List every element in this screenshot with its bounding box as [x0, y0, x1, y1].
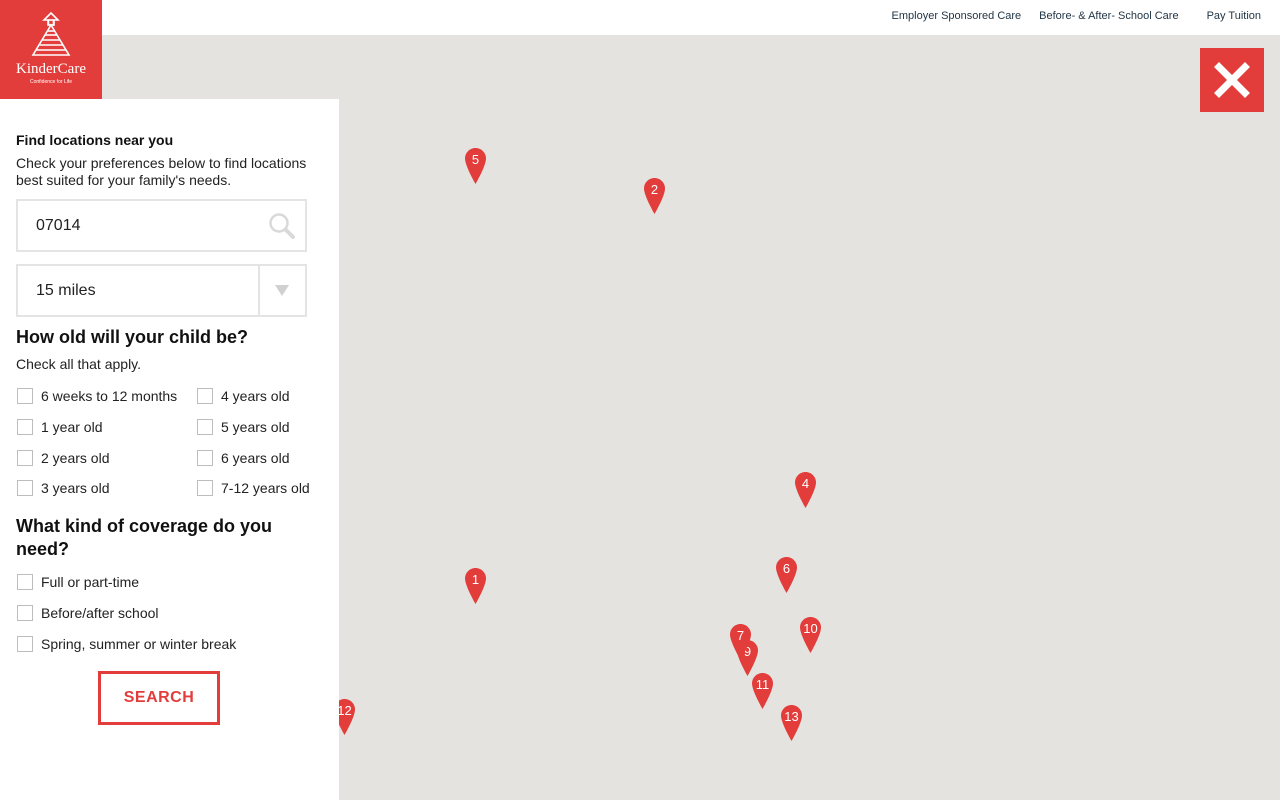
map-marker[interactable]: 7 — [729, 623, 752, 661]
map-marker[interactable]: 6 — [775, 556, 798, 594]
marker-label: 4 — [801, 476, 810, 491]
top-nav: Employer Sponsored Care Before- & After-… — [892, 10, 1261, 22]
checkbox-box[interactable] — [17, 450, 33, 466]
age-checkbox-3-years[interactable]: 3 years old — [17, 480, 109, 496]
nav-link-before-after-school-care[interactable]: Before- & After- School Care — [1039, 10, 1178, 22]
checkbox-label: 6 years old — [221, 450, 290, 466]
panel-description: Check your preferences below to find loc… — [16, 155, 307, 188]
panel-title: Find locations near you — [16, 132, 174, 148]
top-nav-bar: Employer Sponsored Care Before- & After-… — [0, 0, 1280, 35]
close-button[interactable] — [1200, 48, 1264, 112]
nav-link-pay-tuition[interactable]: Pay Tuition — [1207, 10, 1261, 22]
brand-tagline: Confidence for Life — [30, 79, 72, 85]
checkbox-box[interactable] — [197, 480, 213, 496]
checkbox-box[interactable] — [17, 388, 33, 404]
map-marker[interactable]: 1 — [464, 567, 487, 605]
checkbox-box[interactable] — [17, 636, 33, 652]
search-panel: Find locations near you Check your prefe… — [0, 99, 339, 800]
marker-label: 7 — [736, 628, 745, 643]
search-icon[interactable] — [268, 212, 296, 240]
checkbox-label: Spring, summer or winter break — [41, 636, 237, 652]
checkbox-box[interactable] — [197, 419, 213, 435]
map-marker[interactable]: 5 — [464, 147, 487, 185]
age-question-hint: Check all that apply. — [16, 356, 142, 372]
age-checkbox-6-weeks-to-12-months[interactable]: 6 weeks to 12 months — [17, 388, 177, 404]
map-marker[interactable]: 13 — [780, 704, 803, 742]
checkbox-label: 2 years old — [41, 450, 110, 466]
map-marker[interactable]: 11 — [751, 672, 774, 710]
chevron-down-icon — [275, 285, 289, 296]
map-marker[interactable]: 10 — [799, 616, 822, 654]
marker-label: 1 — [471, 572, 480, 587]
schoolhouse-icon — [31, 11, 71, 56]
zip-code-input[interactable] — [36, 215, 256, 237]
map-marker[interactable]: 4 — [794, 471, 817, 509]
select-divider — [258, 266, 260, 315]
age-checkbox-5-years[interactable]: 5 years old — [197, 419, 289, 435]
coverage-checkbox-break[interactable]: Spring, summer or winter break — [17, 636, 236, 652]
coverage-checkbox-before-after-school[interactable]: Before/after school — [17, 605, 159, 621]
radius-selected-value: 15 miles — [36, 282, 96, 299]
marker-label: 10 — [803, 621, 818, 636]
age-checkbox-2-years[interactable]: 2 years old — [17, 450, 109, 466]
checkbox-label: 6 weeks to 12 months — [41, 388, 178, 404]
checkbox-box[interactable] — [197, 388, 213, 404]
age-checkbox-6-years[interactable]: 6 years old — [197, 450, 289, 466]
marker-label: 6 — [782, 561, 791, 576]
checkbox-label: 3 years old — [41, 480, 110, 496]
brand-name: KinderCare — [16, 61, 86, 77]
age-question-heading: How old will your child be? — [16, 327, 249, 347]
close-icon — [1214, 62, 1250, 98]
marker-label: 5 — [471, 152, 480, 167]
checkbox-label: 1 year old — [41, 419, 103, 435]
age-checkbox-1-year[interactable]: 1 year old — [17, 419, 102, 435]
marker-label: 2 — [650, 182, 659, 197]
checkbox-label: 4 years old — [221, 388, 290, 404]
checkbox-box[interactable] — [17, 419, 33, 435]
marker-label: 13 — [784, 709, 799, 724]
age-checkbox-7-12-years[interactable]: 7-12 years old — [197, 480, 310, 496]
coverage-checkbox-full-part-time[interactable]: Full or part-time — [17, 574, 139, 590]
checkbox-box[interactable] — [17, 574, 33, 590]
checkbox-label: Before/after school — [41, 605, 159, 621]
checkbox-label: 7-12 years old — [221, 480, 310, 496]
search-button[interactable]: SEARCH — [98, 671, 220, 725]
kindercare-logo[interactable]: KinderCare Confidence for Life — [0, 0, 102, 99]
checkbox-box[interactable] — [17, 605, 33, 621]
map-area[interactable]: 5 2 4 6 1 9 7 10 11 12 13 — [334, 35, 1280, 800]
checkbox-box[interactable] — [17, 480, 33, 496]
nav-link-employer-sponsored-care[interactable]: Employer Sponsored Care — [892, 10, 1022, 22]
checkbox-box[interactable] — [197, 450, 213, 466]
age-checkbox-4-years[interactable]: 4 years old — [197, 388, 289, 404]
checkbox-label: 5 years old — [221, 419, 290, 435]
zip-search-box — [16, 199, 307, 252]
marker-label: 11 — [755, 677, 770, 692]
map-marker[interactable]: 2 — [643, 177, 666, 215]
checkbox-label: Full or part-time — [41, 574, 140, 590]
coverage-question-heading: What kind of coverage do you need? — [16, 516, 273, 559]
radius-select[interactable]: 15 miles — [16, 264, 307, 317]
